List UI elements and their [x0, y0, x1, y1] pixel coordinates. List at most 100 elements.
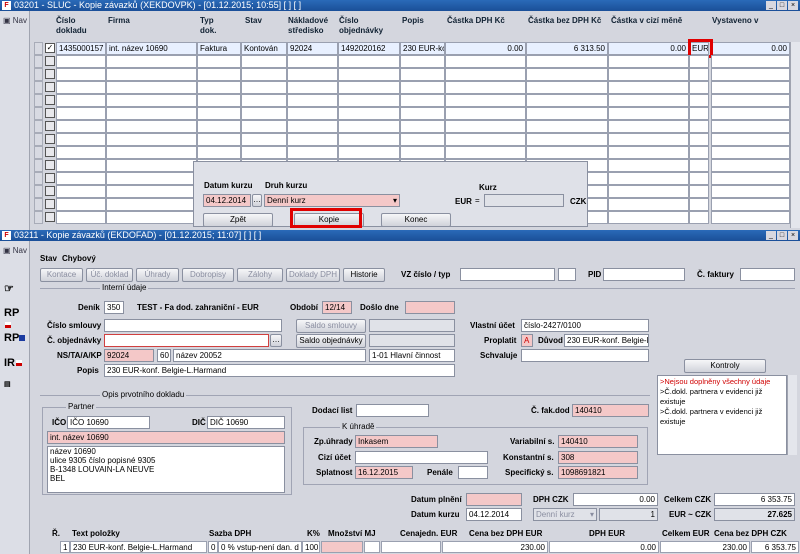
empty-cell[interactable]: [526, 120, 608, 133]
empty-cell[interactable]: [338, 94, 400, 107]
empty-cell[interactable]: [106, 107, 197, 120]
item-cell-text[interactable]: 230 EUR-konf. Belgie-L.Harmand: [70, 541, 207, 553]
empty-cell[interactable]: [338, 107, 400, 120]
empty-cell[interactable]: [338, 120, 400, 133]
empty-cell[interactable]: [338, 133, 400, 146]
c-objednavky-field[interactable]: [104, 334, 269, 347]
item-col-sazba[interactable]: Sazba DPH: [209, 528, 251, 539]
saldo-objednavky-button[interactable]: Saldo objednávky: [296, 334, 366, 348]
vz-cislo-field[interactable]: [460, 268, 555, 281]
cfakdod-field[interactable]: 140410: [572, 404, 649, 417]
empty-cell[interactable]: [689, 107, 709, 120]
empty-cell[interactable]: [445, 94, 526, 107]
empty-cell[interactable]: [241, 120, 287, 133]
druh-kurzu-select[interactable]: Denní kurz ▾: [264, 194, 400, 207]
col-header-popis[interactable]: Popis: [402, 16, 424, 26]
empty-cell[interactable]: [445, 120, 526, 133]
empty-cell[interactable]: [241, 68, 287, 81]
empty-cell[interactable]: [711, 120, 790, 133]
cell-firma[interactable]: int. název 10690: [106, 42, 197, 55]
empty-cell[interactable]: [711, 107, 790, 120]
schvaluje-field[interactable]: [521, 349, 649, 362]
ta-name-field[interactable]: název 20052: [173, 349, 366, 362]
col-header-firma[interactable]: Firma: [108, 16, 130, 26]
item-col-dph[interactable]: DPH EUR: [589, 528, 625, 539]
row-checkbox[interactable]: [45, 199, 55, 209]
row-checkbox[interactable]: [45, 108, 55, 118]
empty-cell[interactable]: [241, 133, 287, 146]
row-gutter[interactable]: [34, 42, 43, 55]
datum-kurzu-field-2[interactable]: 04.12.2014: [466, 508, 522, 521]
row-gutter[interactable]: [34, 159, 43, 172]
denik-field[interactable]: 350: [104, 301, 124, 314]
col-header-stredisko[interactable]: Nákladové středisko: [288, 16, 334, 36]
empty-cell[interactable]: [526, 94, 608, 107]
row-gutter[interactable]: [34, 133, 43, 146]
row-gutter[interactable]: [34, 198, 43, 211]
empty-cell[interactable]: [689, 185, 709, 198]
empty-cell[interactable]: [711, 198, 790, 211]
item-cell-k[interactable]: 100: [302, 541, 320, 553]
col-header-stav[interactable]: Stav: [245, 16, 262, 26]
empty-cell[interactable]: [526, 55, 608, 68]
empty-cell[interactable]: [445, 146, 526, 159]
empty-cell[interactable]: [197, 107, 241, 120]
datum-kurzu-field[interactable]: 04.12.2014: [203, 194, 251, 207]
proplatit-field[interactable]: A: [521, 334, 533, 347]
item-cell-cenajedn[interactable]: [381, 541, 441, 553]
item-cell-mj[interactable]: [364, 541, 380, 553]
hand-icon[interactable]: ☞: [4, 282, 26, 302]
kontroly-button[interactable]: Kontroly: [684, 359, 766, 373]
empty-cell[interactable]: [241, 146, 287, 159]
empty-cell[interactable]: [400, 55, 445, 68]
empty-cell[interactable]: [106, 185, 197, 198]
cell-cislo[interactable]: 1435000157: [56, 42, 106, 55]
cell-bez-dph[interactable]: 6 313.50: [526, 42, 608, 55]
empty-cell[interactable]: [287, 146, 338, 159]
item-cell-sazba[interactable]: 0: [208, 541, 218, 553]
empty-cell[interactable]: [338, 81, 400, 94]
maximize-icon[interactable]: □: [777, 231, 787, 240]
empty-cell[interactable]: [445, 68, 526, 81]
empty-cell[interactable]: [689, 55, 709, 68]
empty-cell[interactable]: [445, 133, 526, 146]
row-checkbox[interactable]: [45, 134, 55, 144]
empty-cell[interactable]: [608, 94, 689, 107]
empty-cell[interactable]: [608, 120, 689, 133]
col-header-cislo[interactable]: Číslo dokladu: [56, 16, 104, 36]
empty-cell[interactable]: [400, 81, 445, 94]
empty-cell[interactable]: [689, 198, 709, 211]
cell-stredisko[interactable]: 92024: [287, 42, 338, 55]
empty-cell[interactable]: [608, 211, 689, 224]
cell-dph[interactable]: 0.00: [445, 42, 526, 55]
empty-cell[interactable]: [287, 68, 338, 81]
empty-cell[interactable]: [56, 198, 106, 211]
objednavka-picker-button[interactable]: …: [270, 334, 282, 347]
empty-cell[interactable]: [711, 81, 790, 94]
empty-cell[interactable]: [338, 146, 400, 159]
empty-cell[interactable]: [526, 81, 608, 94]
vlastni-ucet-field[interactable]: číslo-2427/0100: [521, 319, 649, 332]
tab-zalohy[interactable]: Zálohy: [237, 268, 283, 282]
empty-cell[interactable]: [106, 198, 197, 211]
empty-cell[interactable]: [197, 55, 241, 68]
empty-cell[interactable]: [106, 120, 197, 133]
empty-cell[interactable]: [711, 55, 790, 68]
empty-cell[interactable]: [689, 94, 709, 107]
nav-button[interactable]: ▣ Nav: [3, 16, 27, 25]
datum-picker-button[interactable]: …: [252, 194, 262, 207]
doslo-field[interactable]: [405, 301, 455, 314]
item-col-mnozstvi[interactable]: Množství MJ: [328, 528, 376, 539]
col-header-objednavka[interactable]: Číslo objednávky: [339, 16, 387, 36]
vz-typ-field[interactable]: [558, 268, 576, 281]
empty-cell[interactable]: [711, 159, 790, 172]
empty-cell[interactable]: [711, 68, 790, 81]
close-icon[interactable]: ×: [788, 231, 798, 240]
empty-cell[interactable]: [608, 133, 689, 146]
empty-cell[interactable]: [400, 120, 445, 133]
empty-cell[interactable]: [106, 55, 197, 68]
empty-cell[interactable]: [608, 198, 689, 211]
item-cell-celkem[interactable]: 230.00: [660, 541, 750, 553]
empty-cell[interactable]: [445, 55, 526, 68]
row-gutter[interactable]: [34, 94, 43, 107]
